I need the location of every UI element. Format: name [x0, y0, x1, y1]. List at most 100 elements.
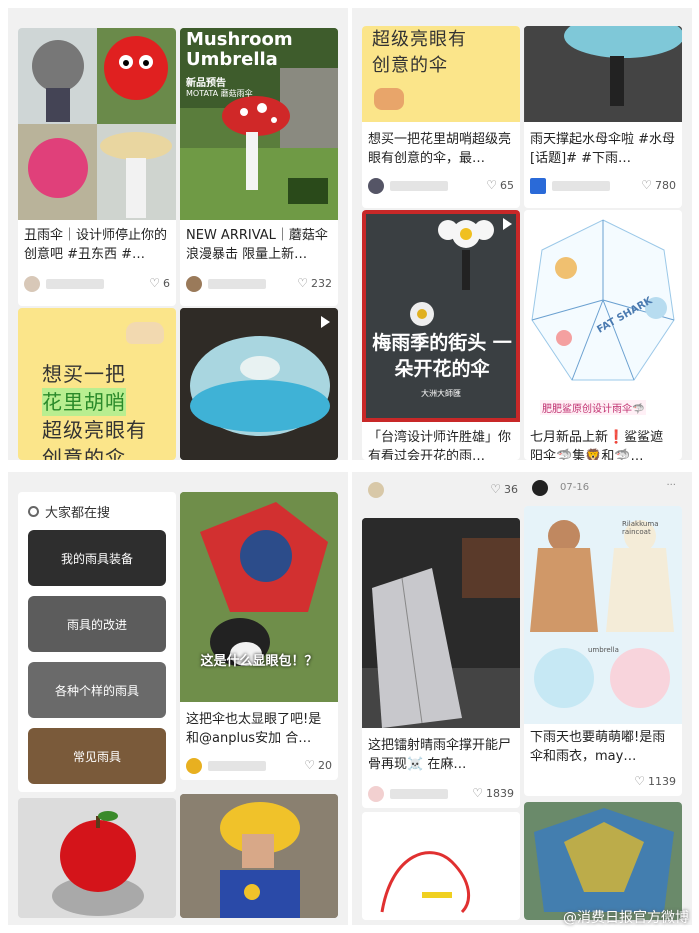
username-blurred [390, 789, 448, 799]
avatar[interactable] [530, 178, 546, 194]
post-card-fat-shark-umbrella[interactable]: FAT SHARK 肥肥鲨原创设计雨伞🦈 七月新品上新❗鲨鲨遮阳伞🦈集🦁和🦈… [524, 210, 682, 460]
like-button[interactable]: ♡ 20 [304, 758, 332, 772]
username-blurred [390, 181, 448, 191]
search-chip-common[interactable]: 常见雨具 [28, 728, 166, 784]
yellow-hat-photo [180, 794, 338, 918]
post-card-ugly-umbrella[interactable]: 丑雨伞｜设计师停止你的创意吧 #丑东西 #… ♡ 6 [18, 28, 176, 306]
video-play-icon [321, 316, 330, 328]
laser-umbrella-photo [362, 518, 520, 728]
like-count: 1839 [486, 786, 514, 800]
post-caption: 七月新品上新❗鲨鲨遮阳伞🦈集🦁和🦈… [530, 430, 664, 460]
search-suggestions-card: 大家都在搜 我的雨具装备 雨具的改进 各种个样的雨具 常见雨具 [18, 492, 176, 792]
search-header[interactable]: 大家都在搜 [28, 502, 110, 521]
avatar[interactable] [186, 276, 202, 292]
jellyfish-umbrella-photo [180, 308, 338, 460]
like-button[interactable]: ♡ 232 [297, 276, 332, 290]
heart-icon: ♡ [149, 276, 160, 290]
post-caption: 这把镭射晴雨伞撑开能尸骨再现☠️ 在麻… [368, 738, 512, 772]
heart-icon: ♡ [304, 758, 315, 772]
avatar[interactable] [186, 758, 202, 774]
post-meta: ♡ 6 [24, 276, 170, 292]
post-meta: ♡ 20 [186, 758, 332, 774]
post-card-apple-umbrella[interactable] [18, 798, 176, 918]
post-card-mushroom-umbrella[interactable]: Mushroom Umbrella 新品预告 MOTATA 蘑菇雨伞 NEW A… [180, 28, 338, 306]
post-card-flashy-umbrella[interactable]: 想买一把 花里胡哨 超级亮眼有 创意的伞 [18, 308, 176, 460]
post-caption: 「台湾设计师许胜雄」你有看过会开花的雨… [368, 430, 512, 460]
post-image: 梅雨季的街头 一朵开花的伞 大洲大師匯 [362, 210, 520, 422]
overlay-subtitle: 新品预告 [186, 78, 226, 89]
cover-line-4: 创意的伞 [42, 446, 126, 460]
post-meta: ♡ 1839 [368, 786, 514, 802]
cover-line-2: 花里胡哨 [42, 388, 126, 416]
post-image [362, 518, 520, 728]
heart-icon: ♡ [490, 482, 501, 496]
post-card-laser-umbrella[interactable]: 这把镭射晴雨伞撑开能尸骨再现☠️ 在麻… ♡ 1839 [362, 518, 520, 808]
like-button[interactable]: ♡ 36 [490, 482, 518, 496]
like-button[interactable]: ♡ 6 [149, 276, 170, 290]
username-blurred [46, 279, 104, 289]
chip-label: 我的雨具装备 [60, 551, 133, 566]
heart-icon: ♡ [634, 774, 645, 788]
post-meta: ♡ 780 [530, 178, 676, 194]
avatar[interactable] [368, 786, 384, 802]
post-card-jellyfish-umbrella[interactable] [180, 308, 338, 460]
username-blurred [552, 181, 610, 191]
post-image: Rilakkuma raincoat umbrella [524, 506, 682, 724]
like-button[interactable]: ♡ 1839 [472, 786, 514, 800]
post-card-jellyfish-umbrella-2[interactable]: 雨天撑起水母伞啦 #水母[话题]# #下雨… ♡ 780 [524, 26, 682, 208]
post-card-stained-glass[interactable] [524, 802, 682, 920]
post-image [18, 28, 176, 220]
quadrant-bottom-right: ♡ 36 07-16 ··· 这把镭射晴雨伞撑开能尸骨再现☠️ 在麻… ♡ 1839 [352, 472, 692, 925]
post-card-dog-umbrella[interactable]: 这是什么显眼包！？ 这把伞也太显眼了吧!是和@anplus安加 合… ♡ 20 [180, 492, 338, 780]
post-card-flashy-umbrella-2[interactable]: 超级亮眼有 创意的伞 想买一把花里胡哨超级亮眼有创意的伞，最… ♡ 65 [362, 26, 520, 208]
post-card-flower-umbrella[interactable]: 梅雨季的街头 一朵开花的伞 大洲大師匯 「台湾设计师许胜雄」你有看过会开花的雨… [362, 210, 520, 460]
like-button[interactable]: ♡ 1139 [634, 774, 676, 788]
like-count: 6 [163, 276, 170, 290]
overlay-label-2: umbrella [588, 646, 619, 654]
post-caption: 雨天撑起水母伞啦 #水母[话题]# #下雨… [530, 132, 676, 166]
quadrant-top-left: 丑雨伞｜设计师停止你的创意吧 #丑东西 #… ♡ 6 Mushroom Umbre… [8, 8, 348, 460]
shiba-icon [126, 322, 164, 344]
more-icon[interactable]: ··· [666, 480, 676, 491]
post-image [524, 26, 682, 122]
search-chip-various[interactable]: 各种个样的雨具 [28, 662, 166, 718]
search-chip-improvement[interactable]: 雨具的改进 [28, 596, 166, 652]
video-play-icon [503, 218, 512, 230]
like-count: 232 [311, 276, 332, 290]
avatar[interactable] [24, 276, 40, 292]
post-card-drawing[interactable] [362, 812, 520, 920]
like-count: 1139 [648, 774, 676, 788]
search-icon [28, 506, 39, 517]
post-meta: ♡ 1139 [530, 774, 676, 790]
cover-line-1: 超级亮眼有 [372, 29, 467, 50]
chip-label: 各种个样的雨具 [54, 683, 139, 698]
post-caption: 丑雨伞｜设计师停止你的创意吧 #丑东西 #… [24, 228, 168, 262]
avatar[interactable] [532, 480, 548, 496]
like-button[interactable]: ♡ 65 [486, 178, 514, 192]
overlay-label: Rilakkuma raincoat [622, 520, 659, 536]
cover-line-2: 创意的伞 [372, 55, 448, 76]
post-caption: 下雨天也要萌萌嘟!是雨伞和雨衣，may… [530, 730, 666, 764]
post-caption: 想买一把花里胡哨超级亮眼有创意的伞，最… [368, 132, 512, 166]
shiba-icon [374, 88, 404, 110]
overlay-title: 这是什么显眼包！？ [200, 654, 318, 669]
post-card-rilakkuma-raincoat[interactable]: Rilakkuma raincoat umbrella 下雨天也要萌萌嘟!是雨伞… [524, 506, 682, 796]
like-count: 65 [500, 178, 514, 192]
like-count: 20 [318, 758, 332, 772]
username-blurred [208, 279, 266, 289]
apple-umbrella-photo [18, 798, 176, 918]
umbrella-sketch [362, 812, 520, 920]
post-caption: NEW ARRIVAL｜蘑菇伞浪漫暴击 限量上新… [186, 228, 328, 262]
stained-glass-umbrella [524, 802, 682, 920]
like-button[interactable]: ♡ 780 [641, 178, 676, 192]
overlay-title: 梅雨季的街头 一朵开花的伞 [372, 332, 512, 380]
avatar[interactable] [368, 178, 384, 194]
heart-icon: ♡ [297, 276, 308, 290]
jellyfish-photo [524, 26, 682, 122]
post-meta: ♡ 232 [186, 276, 332, 292]
post-card-yellow-hat[interactable] [180, 794, 338, 918]
search-chip-gear[interactable]: 我的雨具装备 [28, 530, 166, 586]
avatar[interactable] [368, 482, 384, 498]
post-caption: 这把伞也太显眼了吧!是和@anplus安加 合… [186, 712, 322, 746]
heart-icon: ♡ [486, 178, 497, 192]
